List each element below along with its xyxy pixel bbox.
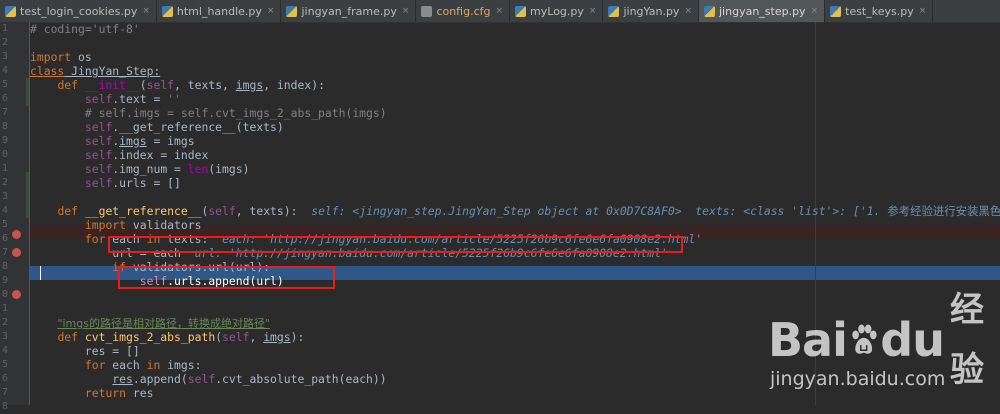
- paw-logo-icon: [852, 324, 877, 354]
- code-line: self.text = '': [84, 92, 181, 106]
- code-line: self.imgs = imgs: [84, 134, 195, 148]
- editor-gutter[interactable]: 1 2 3 4 5 6 7 8 9 0 1 2 3 4 5 6 7 8 9 0 …: [0, 22, 30, 412]
- change-marker: [26, 172, 29, 218]
- config-file-icon: [421, 5, 433, 17]
- tab-test-keys[interactable]: test_keys.py ×: [825, 0, 934, 22]
- code-line: self.__get_reference__(texts): [84, 120, 284, 134]
- line-number: 6: [1, 373, 8, 384]
- tab-jingyan-frame[interactable]: jingyan_frame.py ×: [281, 0, 417, 22]
- code-line: # coding='utf-8': [30, 22, 140, 36]
- line-number: 1: [1, 23, 8, 34]
- line-number: 4: [1, 205, 8, 216]
- code-line: self.img_num = len(imgs): [84, 162, 250, 176]
- line-number: 5: [1, 359, 8, 370]
- breakpoint-icon[interactable]: [12, 230, 21, 239]
- editor-tab-bar: test_login_cookies.py × html_handle.py × j…: [0, 0, 1000, 23]
- code-line: def __get_reference__(self, texts): self…: [30, 204, 1000, 218]
- code-line: class JingYan_Step:: [30, 64, 161, 78]
- line-number: 8: [1, 401, 8, 412]
- line-number: 3: [1, 51, 8, 62]
- python-file-icon: [608, 5, 620, 17]
- watermark-brand: Bai: [768, 313, 848, 367]
- line-number: 8: [1, 261, 8, 272]
- line-number: 9: [1, 275, 8, 286]
- close-icon[interactable]: ×: [811, 6, 819, 16]
- annotation-box: [118, 266, 335, 289]
- debug-inline-value: self: <jingyan_step.JingYan_Step object …: [311, 204, 1000, 218]
- annotation-box: [108, 236, 683, 253]
- tab-label: myLog.py: [530, 4, 584, 18]
- baidu-jingyan-watermark: Bai du 经验 jingyan.baidu.com: [768, 290, 1000, 405]
- watermark-url: jingyan.baidu.com: [770, 368, 946, 390]
- line-number: 4: [1, 345, 8, 356]
- tab-label: test_login_cookies.py: [20, 4, 138, 18]
- python-file-icon: [161, 5, 173, 17]
- line-number: 4: [1, 65, 8, 76]
- code-line: # self.imgs = self.cvt_imgs_2_abs_path(i…: [84, 106, 387, 120]
- tab-label: jingyan_frame.py: [301, 4, 397, 18]
- python-file-icon: [5, 5, 16, 17]
- line-number: 7: [1, 387, 8, 398]
- line-number: 3: [1, 331, 8, 342]
- line-number: 5: [1, 79, 8, 90]
- tab-html-handle[interactable]: html_handle.py ×: [157, 0, 282, 22]
- tab-mylog[interactable]: myLog.py ×: [510, 0, 604, 22]
- change-marker: [26, 78, 29, 106]
- line-number: 6: [1, 233, 8, 244]
- line-number: 8: [1, 121, 8, 132]
- line-number: 0: [1, 149, 8, 160]
- close-icon[interactable]: ×: [496, 6, 504, 16]
- close-icon[interactable]: ×: [684, 6, 692, 16]
- line-number: 6: [1, 93, 8, 104]
- tab-label: jingYan.py: [623, 4, 680, 18]
- line-number: 2: [1, 177, 8, 188]
- line-number: 1: [1, 303, 8, 314]
- line-number: 2: [1, 37, 8, 48]
- close-icon[interactable]: ×: [589, 6, 597, 16]
- tab-jingyan[interactable]: jingYan.py ×: [603, 0, 699, 22]
- code-line: import os: [30, 50, 92, 64]
- line-number: 0: [1, 289, 8, 300]
- close-icon[interactable]: ×: [402, 6, 410, 16]
- line-number: 7: [1, 107, 8, 118]
- python-file-icon: [704, 5, 715, 17]
- close-icon[interactable]: ×: [142, 6, 150, 16]
- line-number: 3: [1, 191, 8, 202]
- breakpoint-icon[interactable]: [12, 290, 21, 299]
- breakpoint-icon[interactable]: [12, 248, 21, 257]
- tab-jingyan-step[interactable]: jingyan_step.py ×: [699, 0, 826, 22]
- close-icon[interactable]: ×: [919, 6, 927, 16]
- line-number: 5: [1, 219, 8, 230]
- python-file-icon: [286, 5, 298, 17]
- line-number: 2: [1, 317, 8, 328]
- watermark-brand: du: [880, 313, 945, 367]
- python-file-icon: [830, 5, 842, 17]
- code-line: def __init__(self, texts, imgs, index):: [57, 78, 325, 92]
- line-number: 9: [1, 135, 8, 146]
- line-number: 7: [1, 247, 8, 258]
- python-file-icon: [515, 5, 527, 17]
- tab-config-cfg[interactable]: config.cfg ×: [416, 0, 511, 22]
- tab-test-login-cookies[interactable]: test_login_cookies.py ×: [0, 0, 157, 22]
- close-icon[interactable]: ×: [267, 6, 275, 16]
- line-number: 1: [1, 163, 8, 174]
- tab-label: test_keys.py: [845, 4, 914, 18]
- code-line: self.urls = []: [84, 176, 181, 190]
- watermark-brand-zh: 经验: [949, 290, 984, 390]
- tab-label: html_handle.py: [176, 4, 262, 18]
- tab-label: jingyan_step.py: [719, 4, 806, 18]
- code-line: self.index = index: [84, 148, 209, 162]
- code-line: import validators: [84, 218, 202, 232]
- tab-label: config.cfg: [436, 4, 491, 18]
